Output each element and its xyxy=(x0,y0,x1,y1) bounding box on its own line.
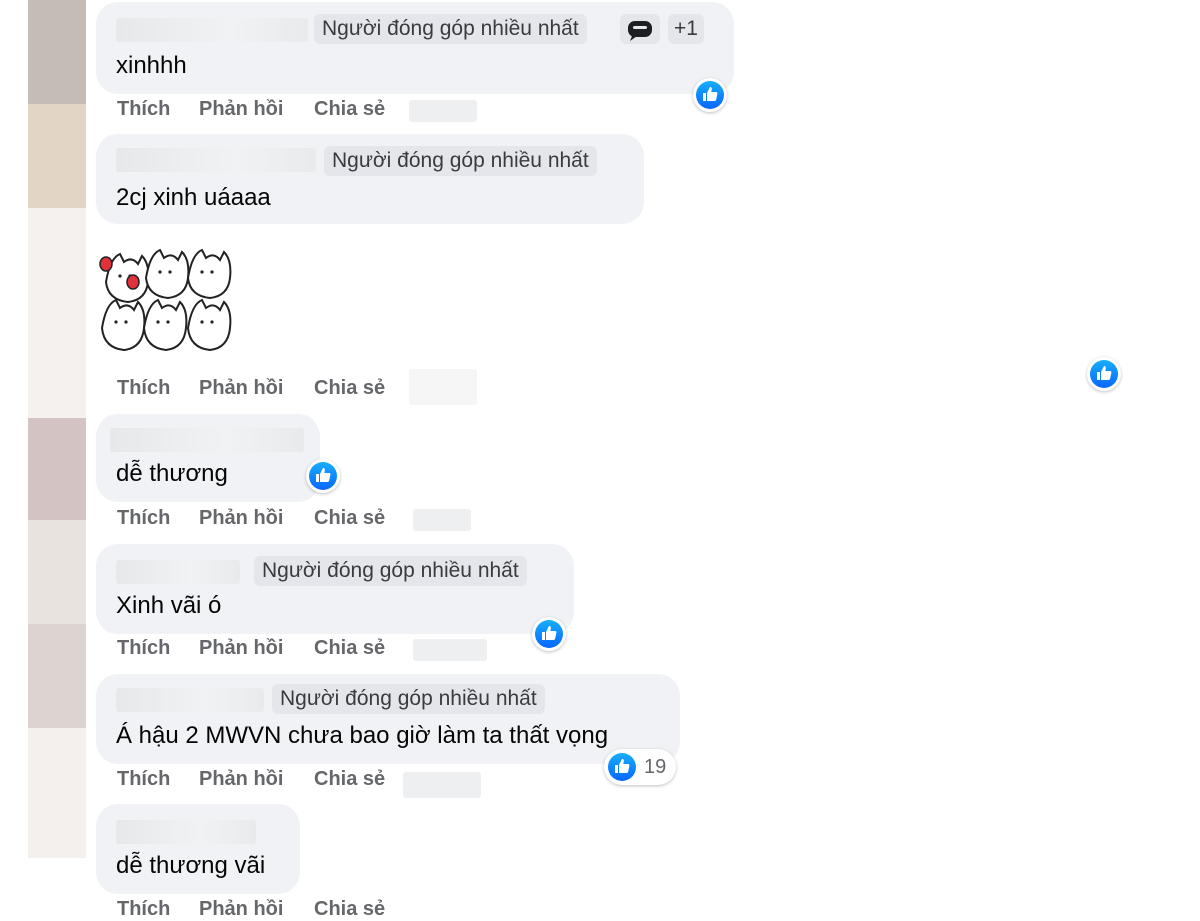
strip-segment xyxy=(28,520,86,624)
author-name-blurred[interactable] xyxy=(116,688,264,712)
author-name-blurred[interactable] xyxy=(116,560,240,584)
share-button[interactable]: Chia sẻ xyxy=(314,898,385,921)
like-button[interactable]: Thích xyxy=(117,98,170,121)
strip-segment xyxy=(28,0,86,104)
comment-text: 2cj xinh uáaaa xyxy=(116,184,271,211)
share-button[interactable]: Chia sẻ xyxy=(314,377,385,400)
comment-text: Xinh vãi ó xyxy=(116,592,222,619)
like-icon[interactable] xyxy=(306,459,340,493)
strip-segment xyxy=(28,208,86,418)
reply-button[interactable]: Phản hồi xyxy=(199,98,283,121)
share-button[interactable]: Chia sẻ xyxy=(314,98,385,121)
comment-text: dễ thương xyxy=(116,460,228,487)
share-button[interactable]: Chia sẻ xyxy=(314,637,385,660)
comment-text: xinhhh xyxy=(116,52,187,79)
chat-bubble-icon xyxy=(620,14,660,44)
comment-actions: Thích Phản hồi Chia sẻ xyxy=(117,637,497,663)
comment-actions: Thích Phản hồi Chia sẻ xyxy=(117,768,497,798)
share-button[interactable]: Chia sẻ xyxy=(314,507,385,530)
reaction-summary[interactable]: 19 xyxy=(604,749,676,785)
comment-actions: Thích Phản hồi Chia sẻ xyxy=(117,898,497,921)
timestamp-blurred xyxy=(413,639,487,661)
reply-button[interactable]: Phản hồi xyxy=(199,898,283,921)
extra-badge-count: +1 xyxy=(668,14,704,44)
comment-actions: Thích Phản hồi Chia sẻ xyxy=(117,369,497,405)
timestamp-blurred xyxy=(413,509,471,531)
reply-button[interactable]: Phản hồi xyxy=(199,637,283,660)
like-button[interactable]: Thích xyxy=(117,768,170,791)
comment-actions: Thích Phản hồi Chia sẻ xyxy=(117,507,497,533)
top-fan-badge: Người đóng góp nhiều nhất xyxy=(324,146,597,176)
like-icon[interactable] xyxy=(532,617,566,651)
top-fan-badge: Người đóng góp nhiều nhất xyxy=(272,684,545,714)
dancing-cats-sticker xyxy=(96,242,238,358)
comment-text: dễ thương vãi xyxy=(116,852,266,879)
reaction-count: 19 xyxy=(644,756,667,778)
left-image-strip xyxy=(28,0,86,921)
like-button[interactable]: Thích xyxy=(117,898,170,921)
top-fan-badge: Người đóng góp nhiều nhất xyxy=(314,14,587,44)
top-fan-badge: Người đóng góp nhiều nhất xyxy=(254,556,527,586)
like-icon xyxy=(605,750,639,784)
share-button[interactable]: Chia sẻ xyxy=(314,768,385,791)
author-name-blurred[interactable] xyxy=(116,148,316,172)
like-button[interactable]: Thích xyxy=(117,377,170,400)
strip-segment xyxy=(28,858,86,921)
timestamp-blurred xyxy=(409,100,477,122)
like-button[interactable]: Thích xyxy=(117,637,170,660)
comment-text: Á hậu 2 MWVN chưa bao giờ làm ta thất vọ… xyxy=(116,722,609,749)
author-name-blurred[interactable] xyxy=(116,820,256,844)
like-icon[interactable] xyxy=(693,78,727,112)
comment-bubble xyxy=(96,804,300,894)
like-button[interactable]: Thích xyxy=(117,507,170,530)
reply-button[interactable]: Phản hồi xyxy=(199,377,283,400)
reply-button[interactable]: Phản hồi xyxy=(199,507,283,530)
like-icon[interactable] xyxy=(1087,357,1121,391)
reply-button[interactable]: Phản hồi xyxy=(199,768,283,791)
strip-segment xyxy=(28,728,86,858)
author-name-blurred[interactable] xyxy=(110,428,304,452)
strip-segment xyxy=(28,104,86,208)
strip-segment xyxy=(28,624,86,728)
author-name-blurred[interactable] xyxy=(116,18,308,42)
comment-actions: Thích Phản hồi Chia sẻ xyxy=(117,98,497,124)
timestamp-blurred xyxy=(409,369,477,405)
timestamp-blurred xyxy=(403,772,481,798)
strip-segment xyxy=(28,418,86,520)
